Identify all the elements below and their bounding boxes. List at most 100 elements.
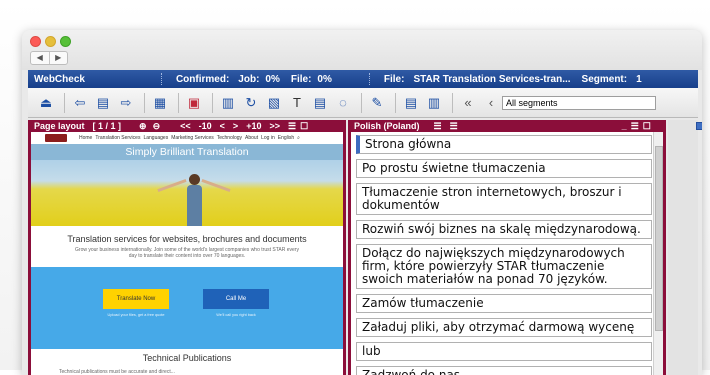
pdf-icon[interactable]: ▧ [264,93,284,113]
exit-icon[interactable]: ⏏ [36,93,56,113]
segment-filter-select[interactable]: All segments [502,95,656,110]
site-nav-item[interactable]: Home [79,135,92,141]
align-right-icon[interactable]: ☰ [450,121,458,132]
toolbar-divider [144,92,145,113]
page-layout-header: Page layout [ 1 / 1 ] ⊕ ⊖ << -10 < > +10… [31,120,343,132]
page-indicator: [ 1 / 1 ] [92,121,122,131]
align-icon[interactable]: ☰ [434,121,442,132]
status-infobar: WebCheck Confirmed: Job: 0% File: 0% Fil… [28,70,698,88]
site-nav-item[interactable]: Marketing Services [171,135,214,141]
prev-segment-icon[interactable]: ‹ [481,93,501,113]
site-hero-image: Simply Brilliant Translation [31,144,343,226]
site-subheading: Grow your business internationally. Join… [75,247,299,259]
file-name-label: File: [383,73,405,85]
title-bar: ◀ ▶ [22,30,702,70]
zoom-in-icon[interactable]: ⊕ [139,121,147,132]
translation-pane: Polish (Poland) ☰ ☰ _ ☰ ☐ Strona główna … [348,120,666,375]
side-panel-strip [668,120,698,375]
minimize-window-button[interactable] [45,36,56,47]
pane-menu-icon[interactable]: ☰ [288,121,296,132]
segment-editor[interactable]: Tłumaczenie stron internetowych, broszur… [356,183,652,215]
site-nav-item[interactable]: Technology [217,135,242,141]
translation-header: Polish (Poland) ☰ ☰ _ ☰ ☐ [351,120,663,132]
pane-menu-icon[interactable]: ☰ [631,121,639,132]
translate-now-button[interactable]: Translate Now [103,289,169,309]
site-nav-item[interactable]: About [245,135,258,141]
segment-list: Strona główna Po prostu świetne tłumacze… [356,135,652,375]
close-window-button[interactable] [30,36,41,47]
maximize-window-button[interactable] [60,36,71,47]
segment-editor[interactable]: Zadzwoń do nas [356,366,652,375]
site-nav-item[interactable]: Languages [143,135,168,141]
toolbar-divider [64,92,65,113]
page-layout-pane: Page layout [ 1 / 1 ] ⊕ ⊖ << -10 < > +10… [28,120,346,375]
segment-editor[interactable]: Załaduj pliki, aby otrzymać darmową wyce… [356,318,652,337]
hero-person-figure [157,174,231,226]
segment-editor[interactable]: Strona główna [356,135,652,154]
hero-banner: Simply Brilliant Translation [31,144,343,160]
first-segment-icon[interactable]: « [458,93,478,113]
minus10-button[interactable]: -10 [199,121,212,131]
refresh-icon[interactable]: ↻ [241,93,261,113]
site-nav-item[interactable]: Log in [261,135,275,141]
forward-icon[interactable]: ⇨ [116,93,136,113]
pane-minimize-icon[interactable]: _ [622,121,627,131]
prev-page-button[interactable]: < [220,121,225,131]
call-me-button[interactable]: Call Me [203,289,269,309]
site-heading: Translation services for websites, broch… [67,234,307,244]
segment-editor[interactable]: Dołącz do największych międzynarodowych … [356,244,652,289]
comment-icon[interactable]: ▤ [310,93,330,113]
segment-number: 1 [636,73,642,85]
segment-editor[interactable]: lub [356,342,652,361]
last-page-button[interactable]: >> [269,121,280,131]
first-page-button[interactable]: << [180,121,191,131]
tools-icon[interactable]: ✎ [367,93,387,113]
pane-restore-icon[interactable]: ☐ [300,121,308,132]
export-icon[interactable]: ▤ [401,93,421,113]
site-search-icon[interactable]: ⌕ [297,135,300,141]
forward-arrow-icon[interactable]: ▶ [50,52,68,64]
pane-title: Page layout [34,121,85,131]
toolbar-divider [178,92,179,113]
site-nav-item[interactable]: English [278,135,294,141]
segment-editor[interactable]: Rozwiń swój biznes na skalę międzynarodo… [356,220,652,239]
history-nav: ◀ ▶ [30,51,68,65]
segment-editor[interactable]: Po prostu świetne tłumaczenia [356,159,652,178]
back-icon[interactable]: ⇦ [70,93,90,113]
import-icon[interactable]: ▥ [424,93,444,113]
plus10-button[interactable]: +10 [246,121,261,131]
app-name: WebCheck [34,73,85,85]
toolbar-divider [212,92,213,113]
site-nav-item[interactable]: Translation Services [95,135,140,141]
toolbar-divider [395,92,396,113]
translate-caption: Upload your files, get a free quote [107,313,165,317]
segment-label: Segment: [581,73,628,85]
pane-restore-icon[interactable]: ☐ [643,121,651,132]
tech-heading: Technical Publications [142,353,232,363]
scrollbar-thumb[interactable] [655,146,663,331]
chat-icon[interactable]: ◌ [333,93,353,113]
segment-editor[interactable]: Zamów tłumaczenie [356,294,652,313]
job-progress: 0% [265,73,280,85]
site-cta-section: Translate Now Call Me Upload your files,… [31,267,343,349]
pane-title: Polish (Poland) [354,121,420,131]
job-label: Job: [238,73,260,85]
save-icon[interactable]: ▦ [150,93,170,113]
file-progress: 0% [317,73,332,85]
file-name: STAR Translation Services-tran... [413,73,571,85]
main-toolbar: ⏏ ⇦ ▤ ⇨ ▦ ▣ ▥ ↻ ▧ T ▤ ◌ ✎ ▤ ▥ « ‹ All se… [28,88,698,118]
side-panel-toggle-icon[interactable] [696,122,702,130]
app-window: ◀ ▶ WebCheck Confirmed: Job: 0% File: 0%… [22,30,702,375]
vertical-scrollbar[interactable] [653,132,663,375]
insert-icon[interactable]: ▣ [184,93,204,113]
translate-icon[interactable]: ▤ [93,93,113,113]
site-logo [45,134,67,142]
zoom-out-icon[interactable]: ⊖ [153,121,161,132]
next-page-button[interactable]: > [233,121,238,131]
compare-icon[interactable]: ▥ [218,93,238,113]
text-icon[interactable]: T [287,93,307,113]
file-progress-label: File: [290,73,312,85]
toolbar-divider [452,92,453,113]
site-navbar: Home Translation Services Languages Mark… [31,132,343,144]
back-arrow-icon[interactable]: ◀ [31,52,50,64]
